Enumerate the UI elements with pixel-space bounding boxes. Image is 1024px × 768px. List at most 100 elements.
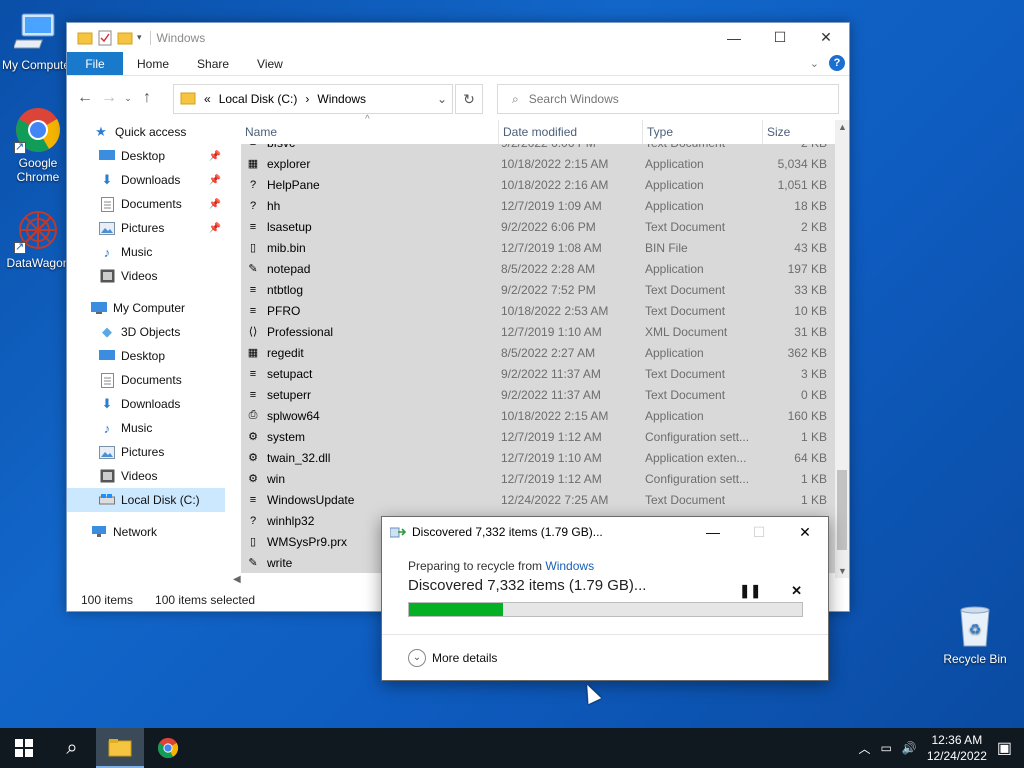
file-row[interactable]: ▦ regedit 8/5/2022 2:27 AM Application 362 K… [241,342,835,363]
tab-home[interactable]: Home [123,52,183,75]
nav-mc-pictures[interactable]: Pictures [67,440,225,464]
customize-toolbar-icon[interactable]: ▾ [137,32,142,43]
column-date[interactable]: Date modified [499,120,643,144]
file-row[interactable]: ≡ setupact 9/2/2022 11:37 AM Text Document 3… [241,363,835,384]
nav-mc-music[interactable]: ♪ Music [67,416,225,440]
file-row[interactable]: ≡ lsasetup 9/2/2022 6:06 PM Text Document 2 … [241,216,835,237]
nav-my-computer[interactable]: My Computer [67,296,225,320]
breadcrumb-folder[interactable]: Windows [317,92,366,106]
file-row[interactable]: ⎙ splwow64 10/18/2022 2:15 AM Application 16… [241,405,835,426]
column-size[interactable]: Size [763,120,833,144]
file-name-cell: ⚙ twain_32.dll [241,450,495,466]
nav-label: Desktop [121,149,166,163]
file-row[interactable]: ⟨⟩ Professional 12/7/2019 1:10 AM XML Docum… [241,321,835,342]
nav-quick-access[interactable]: ★ Quick access [67,120,225,144]
breadcrumb-drive[interactable]: Local Disk (C:) [219,92,298,106]
expand-ribbon-icon[interactable]: ⌄ [810,57,819,70]
breadcrumb-separator[interactable]: › [305,92,309,106]
scroll-thumb[interactable] [837,470,847,550]
pin-icon[interactable]: 📌 [209,151,221,162]
file-row[interactable]: ▦ explorer 10/18/2022 2:15 AM Application 5,… [241,153,835,174]
file-row[interactable]: ⚙ win 12/7/2019 1:12 AM Configuration sett.… [241,468,835,489]
clock[interactable]: 12:36 AM 12/24/2022 [927,732,987,764]
address-bar[interactable]: « Local Disk (C:) › Windows ⌄ [173,84,453,114]
file-row[interactable]: ≡ setuperr 9/2/2022 11:37 AM Text Document 0… [241,384,835,405]
search-icon[interactable]: ⌕ [48,728,96,768]
scroll-up-icon[interactable]: ▲ [838,122,847,132]
close-button[interactable]: ✕ [803,23,849,52]
search-input[interactable]: ⌕ Search Windows [497,84,839,114]
tab-share[interactable]: Share [183,52,243,75]
nav-mc-downloads[interactable]: ⬇ Downloads [67,392,225,416]
svg-text:♻: ♻ [969,621,982,637]
new-folder-icon[interactable] [117,30,133,46]
source-folder-link[interactable]: Windows [545,559,594,573]
nav-network[interactable]: Network [67,520,225,544]
file-explorer-task[interactable] [96,728,144,768]
chrome-task[interactable] [144,728,192,768]
nav-qa-downloads[interactable]: ⬇ Downloads 📌 [67,168,225,192]
start-button[interactable] [0,728,48,768]
nav-qa-desktop[interactable]: Desktop 📌 [67,144,225,168]
column-name[interactable]: Name ^ [241,114,499,144]
help-icon[interactable]: ? [829,55,845,71]
title-bar[interactable]: ▾ Windows — ☐ ✕ [67,23,849,52]
nav-mc-local-disk[interactable]: Local Disk (C:) [67,488,225,512]
tab-file[interactable]: File [67,52,123,75]
desktop-icon-recycle-bin[interactable]: ♻ Recycle Bin [937,602,1013,666]
nav-qa-music[interactable]: ♪ Music [67,240,225,264]
file-size: 3 KB [800,366,827,381]
vertical-scrollbar[interactable]: ▲ ▼ [835,120,849,578]
dialog-title-bar[interactable]: Discovered 7,332 items (1.79 GB)... — ☐ … [382,517,828,547]
more-details-toggle[interactable]: ⌄ More details [382,634,828,680]
file-row[interactable]: ? hh 12/7/2019 1:09 AM Application 18 KB [241,195,835,216]
file-name-cell: ✎ notepad [241,261,495,277]
minimize-button[interactable]: — [711,23,757,52]
file-name-cell: ⟨⟩ Professional [241,324,495,340]
file-row[interactable]: ✎ notepad 8/5/2022 2:28 AM Application 197 K… [241,258,835,279]
pin-icon[interactable]: 📌 [209,175,221,186]
nav-qa-documents[interactable]: Documents 📌 [67,192,225,216]
scroll-down-icon[interactable]: ▼ [838,566,847,576]
tab-view[interactable]: View [243,52,297,75]
chevron-up-icon[interactable]: ︿ [859,740,871,757]
forward-arrow-icon[interactable]: → [97,89,121,107]
network-icon[interactable]: ▭ [881,741,892,755]
pin-icon[interactable]: 📌 [209,223,221,234]
address-overflow[interactable]: « [204,92,211,106]
column-type[interactable]: Type [643,120,763,144]
file-row[interactable]: ⚙ system 12/7/2019 1:12 AM Configuration se… [241,426,835,447]
nav-qa-videos[interactable]: Videos [67,264,225,288]
folder-icon[interactable] [77,30,93,46]
close-button[interactable]: ✕ [782,517,828,547]
pause-icon[interactable]: ❚❚ [739,583,761,599]
recent-locations-icon[interactable]: ⌄ [121,93,135,104]
notifications-icon[interactable]: ▣ [997,738,1012,758]
refresh-button[interactable]: ↻ [455,84,483,114]
properties-icon[interactable] [97,30,113,46]
nav-mc-desktop[interactable]: Desktop [67,344,225,368]
file-row[interactable]: ⚙ twain_32.dll 12/7/2019 1:10 AM Applicatio… [241,447,835,468]
nav-mc-documents[interactable]: Documents [67,368,225,392]
file-row[interactable]: ≡ WindowsUpdate 12/24/2022 7:25 AM Text Doc… [241,489,835,510]
file-row[interactable]: ≡ PFRO 10/18/2022 2:53 AM Text Document 10 K… [241,300,835,321]
up-arrow-icon[interactable]: ↑ [135,89,159,107]
file-row[interactable]: ▯ mib.bin 12/7/2019 1:08 AM BIN File 43 KB [241,237,835,258]
cancel-icon[interactable]: ✕ [791,583,802,599]
nav-qa-pictures[interactable]: Pictures 📌 [67,216,225,240]
back-arrow-icon[interactable]: ← [73,89,97,107]
nav-mc-videos[interactable]: Videos [67,464,225,488]
desktop-icon-datawagon[interactable]: DataWagon [0,206,76,270]
minimize-button[interactable]: — [690,517,736,547]
file-row[interactable]: ≡ bfsvc 9/2/2022 6:06 PMText Document2 KB [241,144,835,153]
file-row[interactable]: ? HelpPane 10/18/2022 2:16 AM Application 1,… [241,174,835,195]
chevron-down-icon[interactable]: ⌄ [432,92,452,106]
pin-icon[interactable]: 📌 [209,199,221,210]
nav-mc-3d-objects[interactable]: ◆ 3D Objects [67,320,225,344]
volume-icon[interactable]: 🔊 [902,741,917,755]
maximize-button[interactable]: ☐ [757,23,803,52]
scroll-left-icon[interactable]: ◀ [233,574,241,585]
desktop-icon-chrome[interactable]: Google Chrome [0,106,76,184]
desktop-icon-my-computer[interactable]: My Computer [0,8,76,72]
file-row[interactable]: ≡ ntbtlog 9/2/2022 7:52 PM Text Document 33 … [241,279,835,300]
